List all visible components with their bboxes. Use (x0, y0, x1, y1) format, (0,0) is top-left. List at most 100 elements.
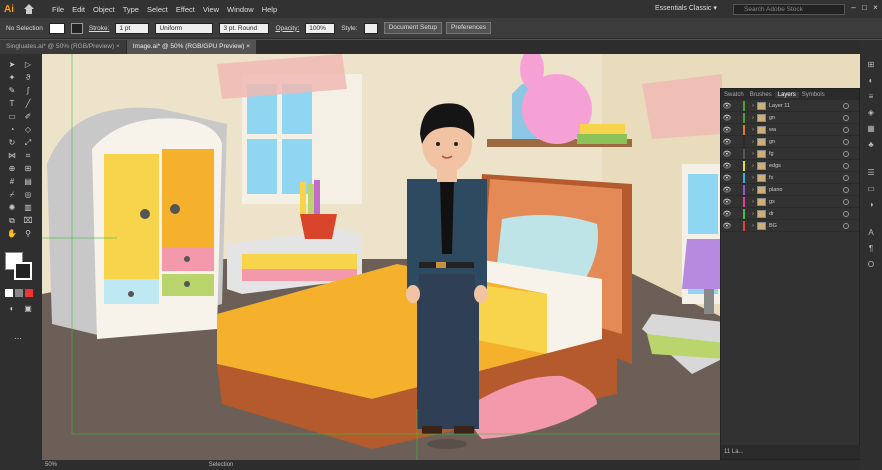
blend-tool-icon[interactable]: ◎ (23, 190, 33, 200)
libraries-icon[interactable]: ⊞ (866, 60, 876, 70)
visibility-eye-icon[interactable]: 👁 (721, 198, 733, 206)
layer-name[interactable]: fg (769, 151, 843, 157)
symbol-sprayer-icon[interactable]: ✺ (7, 203, 17, 213)
opentype-icon[interactable]: O (866, 260, 876, 270)
expand-arrow-icon[interactable]: › (749, 211, 757, 217)
lasso-icon[interactable]: ϑ (23, 73, 33, 83)
layer-name[interactable]: gn (769, 115, 843, 121)
more-tools-icon[interactable]: ⋯ (13, 334, 23, 344)
swatches-icon[interactable]: ▦ (866, 124, 876, 134)
target-circle-icon[interactable] (843, 126, 849, 133)
visibility-eye-icon[interactable]: 👁 (721, 138, 733, 146)
layer-row[interactable]: 👁 › fg (721, 148, 859, 160)
visibility-eye-icon[interactable]: 👁 (721, 150, 733, 158)
mesh-tool-icon[interactable]: # (7, 177, 17, 187)
layer-row[interactable]: 👁 › edgs (721, 160, 859, 172)
brush-definition[interactable]: 3 pt. Round (219, 22, 270, 34)
menu-select[interactable]: Select (147, 5, 168, 14)
layer-name[interactable]: gs (769, 199, 843, 205)
stroke-color-swatch[interactable] (14, 262, 32, 280)
visibility-eye-icon[interactable]: 👁 (721, 162, 733, 170)
target-circle-icon[interactable] (843, 174, 849, 181)
selection-tool-icon[interactable]: ➤ (7, 60, 17, 70)
graph-tool-icon[interactable]: ▥ (23, 203, 33, 213)
tab-layers[interactable]: Layers (774, 91, 799, 98)
workspace-switcher[interactable]: Essentials Classic ▾ (655, 4, 717, 12)
tab-document-1[interactable]: Singluates.ai* @ 50% (RGB/Preview) × (0, 40, 126, 54)
menu-view[interactable]: View (203, 5, 219, 14)
menu-type[interactable]: Type (123, 5, 139, 14)
draw-mode-icon[interactable]: ◐ (7, 304, 17, 314)
curvature-tool-icon[interactable]: ∫ (23, 86, 33, 96)
layer-row[interactable]: 👁 › gn (721, 136, 859, 148)
color-mode-buttons[interactable] (5, 289, 35, 297)
shape-builder-icon[interactable]: ⊕ (7, 164, 17, 174)
tab-symbols[interactable]: Symbols (799, 92, 828, 98)
layer-name[interactable]: dr (769, 211, 843, 217)
expand-arrow-icon[interactable]: › (749, 199, 757, 205)
properties-icon[interactable]: ≡ (866, 92, 876, 102)
close-tab-icon[interactable]: × (246, 43, 250, 50)
expand-arrow-icon[interactable]: › (749, 223, 757, 229)
target-circle-icon[interactable] (843, 198, 849, 205)
visibility-eye-icon[interactable]: 👁 (721, 114, 733, 122)
zoom-tool-icon[interactable]: ⚲ (23, 229, 33, 239)
expand-arrow-icon[interactable]: › (749, 175, 757, 181)
artboard-tool-icon[interactable]: ⧉ (7, 216, 17, 226)
target-circle-icon[interactable] (843, 210, 849, 217)
target-circle-icon[interactable] (843, 102, 849, 109)
color-panel-icon[interactable]: ◐ (866, 76, 876, 86)
expand-arrow-icon[interactable]: › (749, 139, 757, 145)
layer-name[interactable]: Layer 11 (769, 103, 843, 109)
opacity-label[interactable]: Opacity: (275, 25, 299, 32)
document-setup-button[interactable]: Document Setup (383, 22, 442, 34)
rotate-tool-icon[interactable]: ↻ (7, 138, 17, 148)
layer-name[interactable]: fs (769, 175, 843, 181)
gradient-panel-icon[interactable]: ▭ (866, 184, 876, 194)
layer-name[interactable]: BG (769, 223, 843, 229)
layer-row[interactable]: 👁 › wa (721, 124, 859, 136)
target-circle-icon[interactable] (843, 222, 849, 229)
home-icon[interactable] (22, 2, 36, 16)
close-icon[interactable]: × (870, 3, 881, 12)
preferences-button[interactable]: Preferences (445, 22, 492, 34)
visibility-eye-icon[interactable]: 👁 (721, 102, 733, 110)
width-tool-icon[interactable]: ⋈ (7, 151, 17, 161)
hand-tool-icon[interactable]: ✋ (7, 229, 17, 239)
layer-row[interactable]: 👁 › fs (721, 172, 859, 184)
expand-arrow-icon[interactable]: › (749, 103, 757, 109)
character-icon[interactable]: A (866, 228, 876, 238)
menu-window[interactable]: Window (227, 5, 254, 14)
stroke-panel-icon[interactable]: ☰ (866, 168, 876, 178)
visibility-eye-icon[interactable]: 👁 (721, 186, 733, 194)
style-swatch[interactable] (363, 22, 378, 34)
target-circle-icon[interactable] (843, 186, 849, 193)
maximize-icon[interactable]: □ (859, 3, 870, 12)
target-circle-icon[interactable] (843, 138, 849, 145)
magic-wand-icon[interactable]: ✦ (7, 73, 17, 83)
gradient-tool-icon[interactable]: ▤ (23, 177, 33, 187)
tab-document-2[interactable]: Image.ai* @ 50% (RGB/GPU Preview) × (126, 40, 257, 54)
layer-name[interactable]: wa (769, 127, 843, 133)
stroke-weight-field[interactable]: 1 pt (115, 22, 150, 34)
rectangle-tool-icon[interactable]: ▭ (7, 112, 17, 122)
layer-row[interactable]: 👁 › dr (721, 208, 859, 220)
target-circle-icon[interactable] (843, 162, 849, 169)
tab-swatches[interactable]: Swatch (721, 92, 747, 98)
direct-selection-tool-icon[interactable]: ▷ (23, 60, 33, 70)
transparency-icon[interactable]: ◑ (866, 200, 876, 210)
layer-row[interactable]: 👁 › Layer 11 (721, 100, 859, 112)
menu-effect[interactable]: Effect (176, 5, 195, 14)
line-tool-icon[interactable]: ╱ (23, 99, 33, 109)
eyedropper-icon[interactable]: ⌿ (7, 190, 17, 200)
layer-name[interactable]: gn (769, 139, 843, 145)
minimize-icon[interactable]: – (848, 3, 859, 12)
expand-arrow-icon[interactable]: › (749, 151, 757, 157)
fill-swatch[interactable] (48, 22, 65, 34)
target-circle-icon[interactable] (843, 150, 849, 157)
paragraph-icon[interactable]: ¶ (866, 244, 876, 254)
stroke-label[interactable]: Stroke: (89, 25, 110, 32)
layer-name[interactable]: plano (769, 187, 843, 193)
tab-brushes[interactable]: Brushes (747, 92, 775, 98)
zoom-level[interactable]: 50% (45, 462, 57, 468)
